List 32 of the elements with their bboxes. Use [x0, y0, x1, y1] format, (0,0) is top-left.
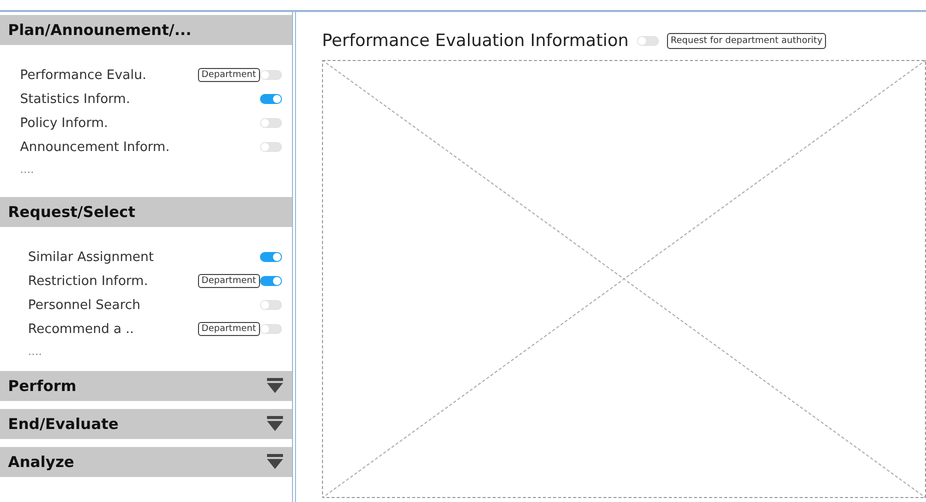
toggle-switch[interactable]: [260, 324, 282, 334]
toggle-switch[interactable]: [260, 252, 282, 262]
caret-icon[interactable]: [266, 454, 284, 470]
toggle-switch[interactable]: [260, 94, 282, 104]
toggle-switch[interactable]: [260, 142, 282, 152]
item-label: Personnel Search: [28, 298, 140, 312]
caret-icon[interactable]: [266, 416, 284, 432]
toggle-switch[interactable]: [260, 118, 282, 128]
caret-icon[interactable]: [266, 378, 284, 394]
item-label: Recommend a ..: [28, 322, 134, 336]
toggle-switch[interactable]: [636, 36, 659, 46]
toggle-switch[interactable]: [260, 276, 282, 286]
toggle-switch[interactable]: [260, 70, 282, 80]
section-header[interactable]: Perform: [0, 371, 292, 401]
more-indicator[interactable]: ....: [28, 341, 292, 363]
item-label: Restriction Inform.: [28, 274, 148, 288]
department-tag: Department: [198, 68, 260, 82]
item-label: Performance Evalu.: [20, 68, 146, 82]
item-label: Similar Assignment: [28, 250, 154, 264]
section-header[interactable]: Plan/Announement/...: [0, 15, 292, 45]
item-label: Announcement Inform.: [20, 140, 170, 154]
department-tag: Department: [198, 322, 260, 336]
section-header[interactable]: Request/Select: [0, 197, 292, 227]
section-header[interactable]: Analyze: [0, 447, 292, 477]
more-indicator[interactable]: ....: [20, 159, 292, 181]
toggle-switch[interactable]: [260, 300, 282, 310]
section-header[interactable]: End/Evaluate: [0, 409, 292, 439]
page-title: Performance Evaluation Information: [322, 31, 629, 51]
item-label: Statistics Inform.: [20, 92, 130, 106]
department-tag: Department: [198, 274, 260, 288]
request-button[interactable]: Request for department authority: [666, 33, 826, 49]
item-label: Policy Inform.: [20, 116, 108, 130]
